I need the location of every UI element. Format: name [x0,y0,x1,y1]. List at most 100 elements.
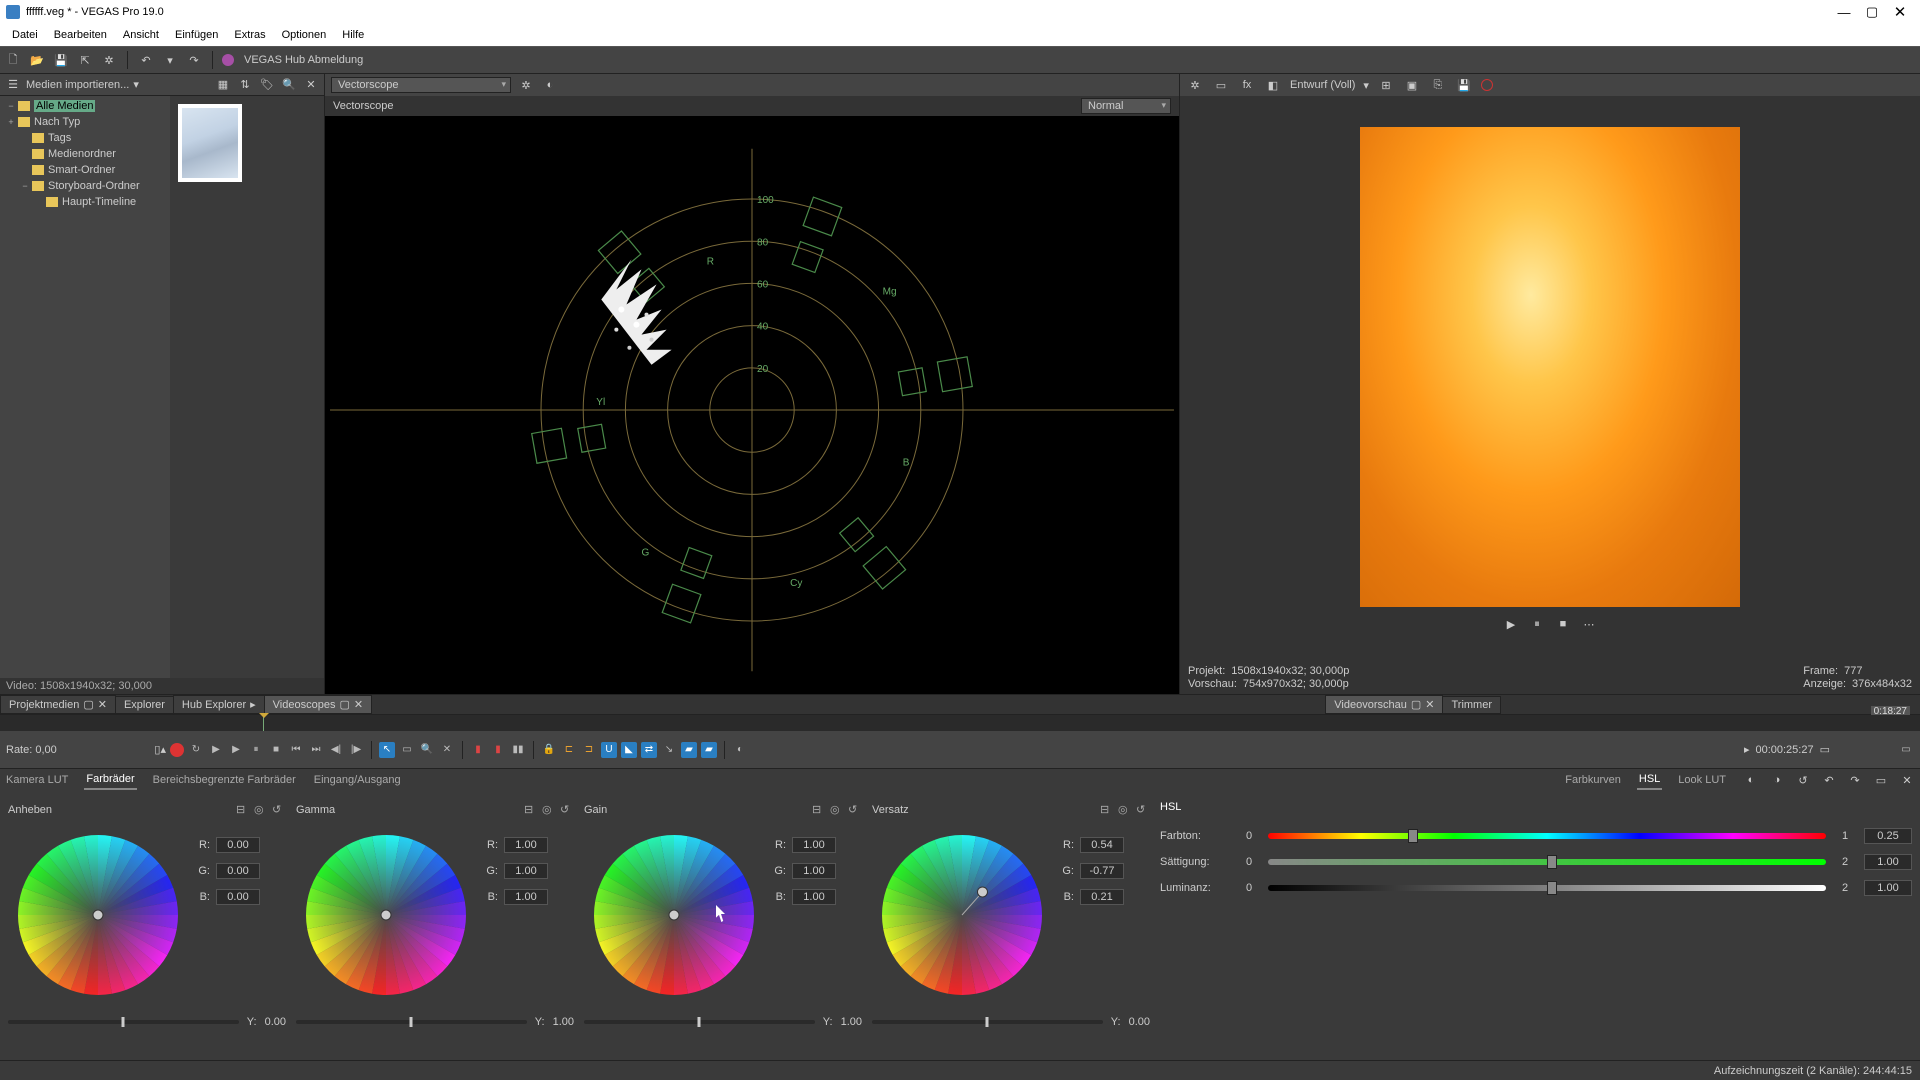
tree-item[interactable]: Haupt-Timeline [2,194,168,210]
tab-videoscopes[interactable]: Videoscopes▢✕ [264,695,372,714]
lock-icon[interactable]: 🔒 [541,742,557,758]
new-icon[interactable]: 🗋 [4,51,22,69]
goto-start-icon[interactable]: ⏮ [288,742,304,758]
y-value[interactable]: 1.00 [553,1016,574,1028]
color-wheel[interactable] [8,825,188,1008]
y-value[interactable]: 0.00 [265,1016,286,1028]
save-snapshot-icon[interactable]: 💾 [1455,76,1473,94]
tab-hub-explorer[interactable]: Hub Explorer▸ [173,695,265,714]
reset-wheel-icon[interactable]: ↺ [560,803,574,817]
zoom-tool-icon[interactable]: 🔍 [419,742,435,758]
picker-icon[interactable]: ◎ [1118,803,1132,817]
hub-label[interactable]: VEGAS Hub Abmeldung [244,54,363,66]
redo-cg-icon[interactable]: ↷ [1846,771,1864,789]
play-icon[interactable]: ▶ [1502,615,1520,633]
tree-item[interactable]: Tags [2,130,168,146]
close-button[interactable]: ✕ [1886,3,1914,21]
color-wheel[interactable] [584,825,764,1008]
redo-icon[interactable]: ↷ [185,51,203,69]
minimize-button[interactable]: — [1830,5,1858,20]
copy-icon[interactable]: ⎘ [1429,76,1447,94]
g-value[interactable]: -0.77 [1080,863,1124,879]
hsl-slider[interactable] [1268,885,1826,891]
timeline-ruler[interactable] [0,715,1920,731]
tab-videovorschau[interactable]: Videovorschau▢✕ [1325,695,1443,714]
menu-ansicht[interactable]: Ansicht [115,27,167,43]
tab-hsl[interactable]: HSL [1637,770,1662,790]
goto-end-icon[interactable]: ⏭ [308,742,324,758]
dropdown-icon[interactable]: ▾ [133,78,139,91]
reset-wheel-icon[interactable]: ↺ [1136,803,1150,817]
picker-icon[interactable]: ◎ [542,803,556,817]
menu-hilfe[interactable]: Hilfe [334,27,372,43]
picker-icon[interactable]: ◎ [830,803,844,817]
b-value[interactable]: 0.21 [1080,889,1124,905]
tree-item[interactable]: +Nach Typ [2,114,168,130]
properties-icon[interactable]: ✲ [100,51,118,69]
color-wheel[interactable] [296,825,476,1008]
undo-dropdown-icon[interactable]: ▾ [161,51,179,69]
open-icon[interactable]: 📂 [28,51,46,69]
media-thumbnail[interactable] [178,104,242,182]
menu-bearbeiten[interactable]: Bearbeiten [46,27,115,43]
compare-icon[interactable]: ◑ [1768,771,1786,789]
hsl-value[interactable]: 0.25 [1864,828,1912,844]
undo-cg-icon[interactable]: ↶ [1820,771,1838,789]
autoripple-icon[interactable]: ◣ [621,742,637,758]
stop-icon[interactable]: ■ [1554,615,1572,633]
pause-icon[interactable]: ⏸ [1528,615,1546,633]
hsl-value[interactable]: 1.00 [1864,880,1912,896]
reset-wheel-icon[interactable]: ↺ [848,803,862,817]
scope-refresh-icon[interactable]: ◐ [541,76,559,94]
overlay-icon[interactable]: ▣ [1403,76,1421,94]
y-value[interactable]: 1.00 [841,1016,862,1028]
tag-icon[interactable]: 🏷 [258,76,276,94]
stop-icon[interactable]: ■ [268,742,284,758]
y-slider[interactable] [8,1020,239,1024]
scope-mode-dropdown[interactable]: Normal [1081,98,1171,114]
record-button[interactable] [170,743,184,757]
dropdown-icon[interactable]: ▾ [1363,79,1369,92]
maximize-timeline-icon[interactable]: ▭ [1898,742,1914,758]
tab-look-lut[interactable]: Look LUT [1676,771,1728,789]
b-value[interactable]: 0.00 [216,889,260,905]
normal-edit-tool[interactable]: ↖ [379,742,395,758]
tab-explorer[interactable]: Explorer [115,696,174,714]
picker-icon[interactable]: ◎ [254,803,268,817]
hsl-slider[interactable] [1268,833,1826,839]
g-value[interactable]: 1.00 [504,863,548,879]
ripple-icon[interactable]: ⇄ [641,742,657,758]
pause-icon[interactable]: ⏸ [248,742,264,758]
play-start-icon[interactable]: ▶ [208,742,224,758]
tab-eingang[interactable]: Eingang/Ausgang [312,771,403,789]
maximize-button[interactable]: ▢ [1858,4,1886,20]
fx-icon[interactable]: fx [1238,76,1256,94]
color-wheel[interactable] [872,825,1052,1008]
marker-c-icon[interactable]: ▮▮ [510,742,526,758]
envelope-icon[interactable]: ▰ [701,742,717,758]
g-value[interactable]: 0.00 [216,863,260,879]
r-value[interactable]: 0.00 [216,837,260,853]
preview-quality-dropdown[interactable]: Entwurf (Voll) [1290,79,1355,91]
external-monitor-icon[interactable]: ▭ [1212,76,1230,94]
sort-icon[interactable]: ⇅ [236,76,254,94]
play-icon[interactable]: ▶ [228,742,244,758]
prev-frame-icon[interactable]: ◀| [328,742,344,758]
menu-optionen[interactable]: Optionen [274,27,335,43]
tab-bereich[interactable]: Bereichsbegrenzte Farbräder [151,771,298,789]
reset-all-icon[interactable]: ↺ [1794,771,1812,789]
menu-einfuegen[interactable]: Einfügen [167,27,226,43]
tree-item[interactable]: Medienordner [2,146,168,162]
snap2-icon[interactable]: ⊐ [581,742,597,758]
y-slider[interactable] [296,1020,527,1024]
tree-item[interactable]: −Storyboard-Ordner [2,178,168,194]
snap-icon[interactable]: ⊏ [561,742,577,758]
y-slider[interactable] [872,1020,1103,1024]
sliders-icon[interactable]: ⊟ [236,803,250,817]
tab-kamera-lut[interactable]: Kamera LUT [4,771,70,789]
marker-b-icon[interactable]: ▮ [490,742,506,758]
reset-wheel-icon[interactable]: ↺ [272,803,286,817]
close-gap-icon[interactable]: ✕ [439,742,455,758]
menu-extras[interactable]: Extras [226,27,273,43]
scope-type-dropdown[interactable]: Vectorscope [331,77,511,93]
